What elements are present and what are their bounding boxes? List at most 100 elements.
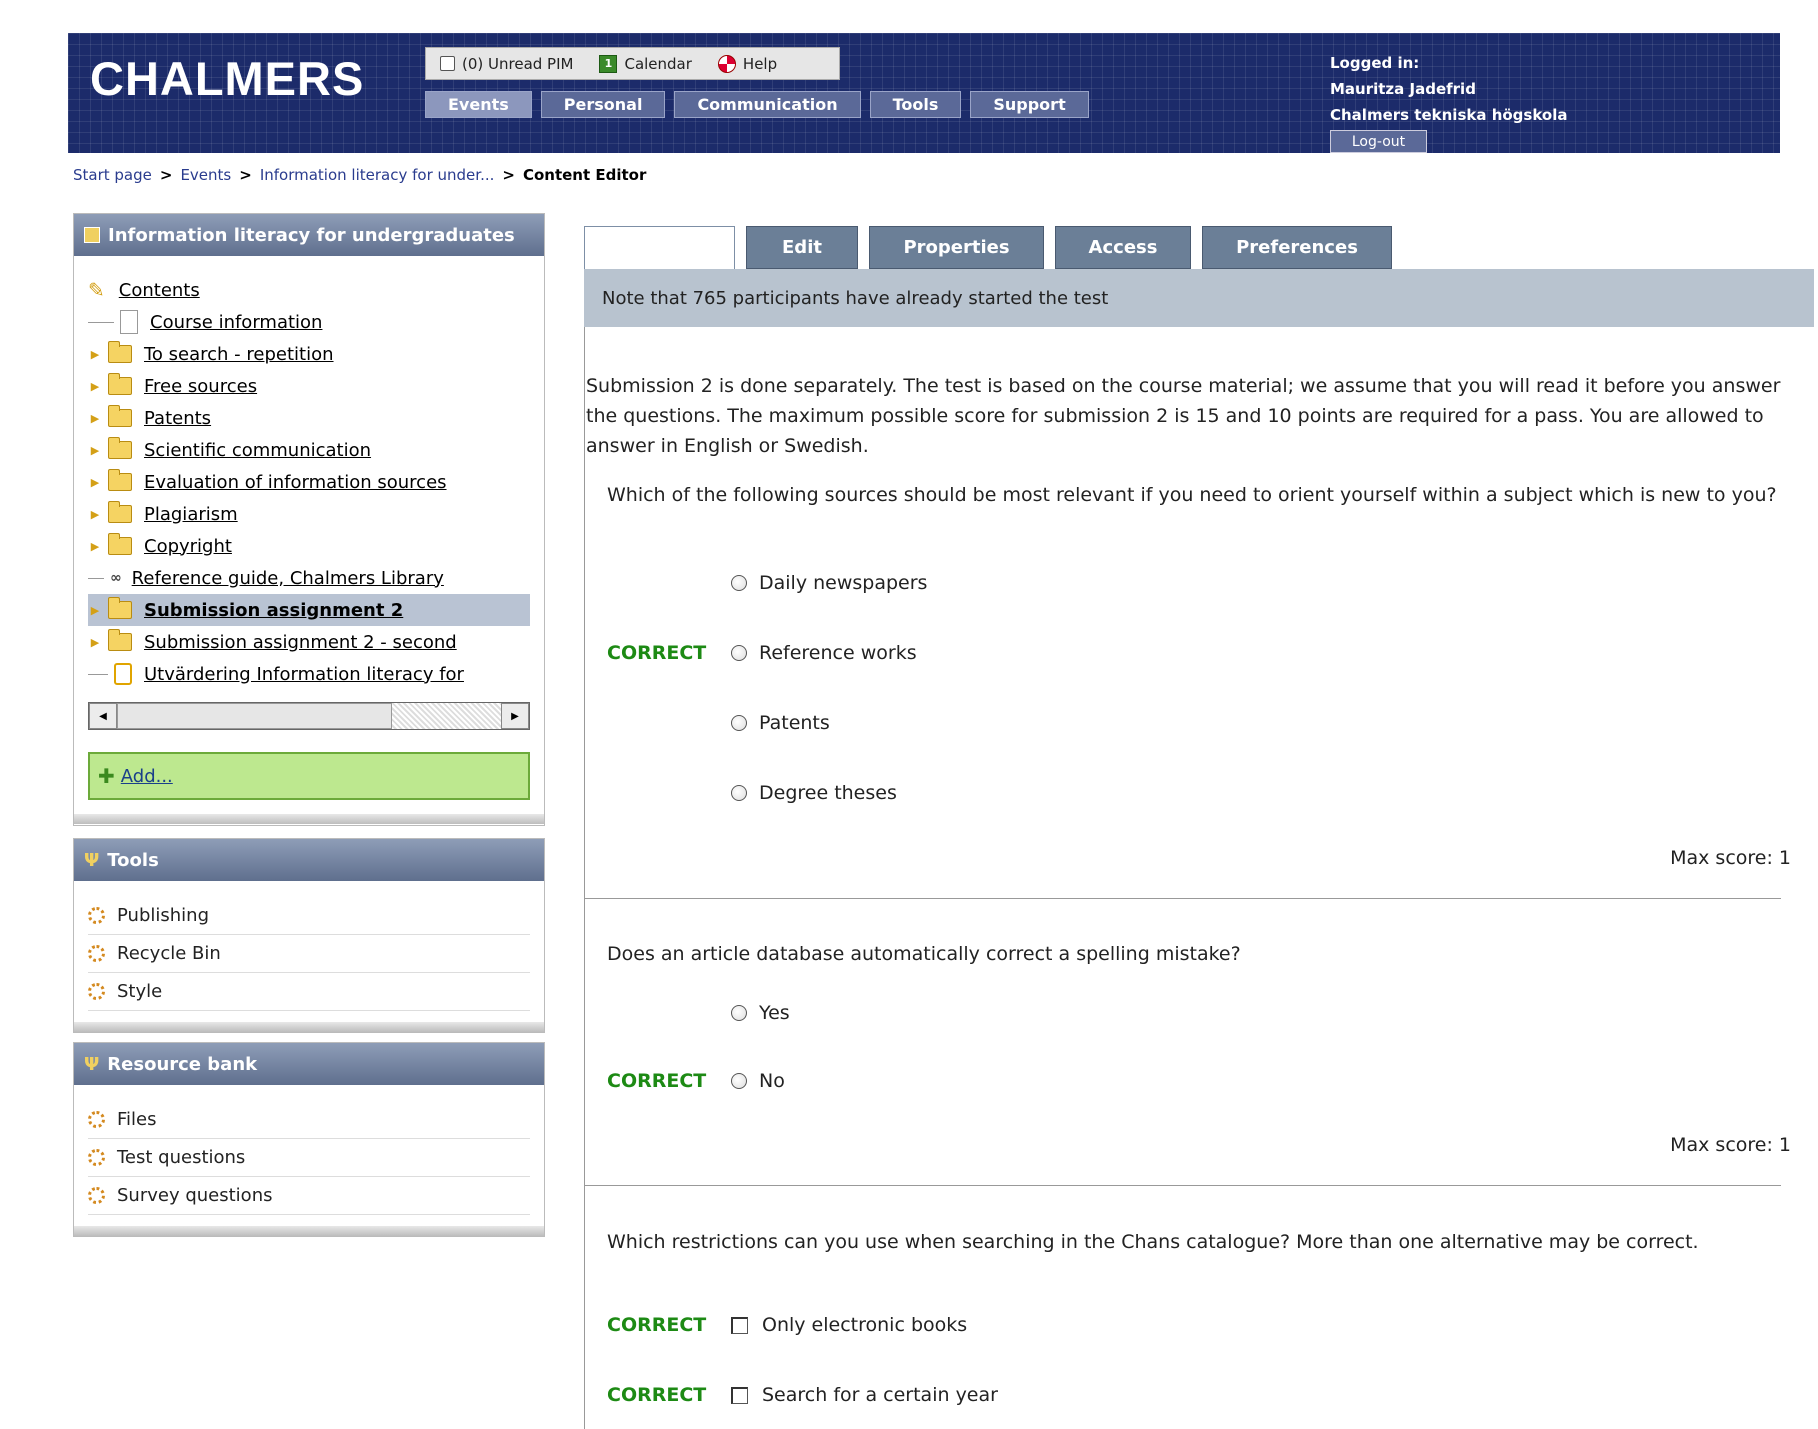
answer-option[interactable]: Only electronic books xyxy=(731,1314,967,1336)
help-link[interactable]: Help xyxy=(717,54,777,73)
tree-item[interactable]: ▶ Patents xyxy=(88,402,530,434)
tree-item[interactable]: ▶ To search - repetition xyxy=(88,338,530,370)
expand-arrow-icon[interactable]: ▶ xyxy=(88,476,102,489)
tree-item[interactable]: Utvärdering Information literacy for xyxy=(88,658,530,690)
answer-option[interactable]: No xyxy=(731,1070,785,1092)
breadcrumb-course[interactable]: Information literacy for under... xyxy=(260,166,495,184)
folder-icon xyxy=(108,405,132,427)
tab-current[interactable] xyxy=(584,226,735,269)
tree-label[interactable]: Evaluation of information sources xyxy=(144,472,447,493)
nav-tab-support[interactable]: Support xyxy=(970,91,1089,118)
tree-item[interactable]: ▶ Copyright xyxy=(88,530,530,562)
tree-horizontal-scrollbar[interactable]: ◀ ▶ xyxy=(88,702,530,730)
radio-button[interactable] xyxy=(731,1005,747,1021)
course-book-icon xyxy=(84,227,100,243)
tree-label[interactable]: Contents xyxy=(119,280,200,301)
editor-tabs: Edit Properties Access Preferences xyxy=(584,226,1403,269)
nav-tab-tools[interactable]: Tools xyxy=(869,91,962,118)
expand-arrow-icon[interactable]: ▶ xyxy=(88,444,102,457)
breadcrumb-events[interactable]: Events xyxy=(180,166,231,184)
resource-label: Files xyxy=(117,1109,157,1130)
radio-button[interactable] xyxy=(731,645,747,661)
chalmers-logo[interactable]: CHALMERS xyxy=(90,51,364,106)
option-label: No xyxy=(759,1070,785,1092)
tree-item[interactable]: ▶ Submission assignment 2 - second xyxy=(88,626,530,658)
tools-title: Tools xyxy=(107,849,159,871)
tree-label[interactable]: To search - repetition xyxy=(144,344,334,365)
radio-button[interactable] xyxy=(731,1073,747,1089)
tree-label[interactable]: Submission assignment 2 xyxy=(144,600,403,621)
expand-arrow-icon[interactable]: ▶ xyxy=(88,604,102,617)
tree-item[interactable]: ▶ Free sources xyxy=(88,370,530,402)
calendar-link[interactable]: 1 Calendar xyxy=(599,54,692,73)
answer-option[interactable]: Degree theses xyxy=(731,782,897,804)
nav-tab-personal[interactable]: Personal xyxy=(540,91,666,118)
checkbox[interactable] xyxy=(731,1386,748,1404)
resource-test-questions[interactable]: Test questions xyxy=(88,1139,530,1177)
tree-label[interactable]: Copyright xyxy=(144,536,232,557)
resource-survey-questions[interactable]: Survey questions xyxy=(88,1177,530,1215)
scroll-left-arrow-icon[interactable]: ◀ xyxy=(89,703,117,729)
tool-label: Style xyxy=(117,981,163,1002)
login-label: Logged in: xyxy=(1330,54,1420,72)
radio-button[interactable] xyxy=(731,785,747,801)
tree-label[interactable]: Free sources xyxy=(144,376,257,397)
gear-icon xyxy=(88,1187,105,1204)
tree-label[interactable]: Submission assignment 2 - second xyxy=(144,632,457,653)
tree-label[interactable]: Course information xyxy=(150,312,322,333)
tab-preferences[interactable]: Preferences xyxy=(1202,226,1392,269)
tab-access[interactable]: Access xyxy=(1055,226,1191,269)
nav-tab-events[interactable]: Events xyxy=(425,91,532,118)
nav-tab-communication[interactable]: Communication xyxy=(674,91,861,118)
question-text: Which restrictions can you use when sear… xyxy=(607,1231,1699,1253)
tree-item[interactable]: ▶ Scientific communication xyxy=(88,434,530,466)
logout-button[interactable]: Log-out xyxy=(1330,130,1427,153)
tree-item[interactable]: ∞ Reference guide, Chalmers Library xyxy=(88,562,530,594)
scroll-track[interactable] xyxy=(392,703,501,729)
tool-recycle-bin[interactable]: Recycle Bin xyxy=(88,935,530,973)
tree-label[interactable]: Utvärdering Information literacy for xyxy=(144,664,464,685)
tree-label[interactable]: Plagiarism xyxy=(144,504,238,525)
tree-item-selected[interactable]: ▶ Submission assignment 2 xyxy=(88,594,530,626)
tree-item[interactable]: Course information xyxy=(88,306,530,338)
folder-icon xyxy=(108,437,132,459)
radio-button[interactable] xyxy=(731,715,747,731)
scroll-thumb[interactable] xyxy=(117,703,392,729)
answer-option[interactable]: Search for a certain year xyxy=(731,1384,998,1406)
expand-arrow-icon[interactable]: ▶ xyxy=(88,636,102,649)
tool-publishing[interactable]: Publishing xyxy=(88,897,530,935)
radio-button[interactable] xyxy=(731,575,747,591)
tree-label[interactable]: Patents xyxy=(144,408,211,429)
expand-arrow-icon[interactable]: ▶ xyxy=(88,412,102,425)
add-content-box[interactable]: ✚ Add... xyxy=(88,752,530,800)
tab-properties[interactable]: Properties xyxy=(869,226,1044,269)
tool-style[interactable]: Style xyxy=(88,973,530,1011)
question-text: Which of the following sources should be… xyxy=(607,484,1777,506)
expand-arrow-icon[interactable]: ▶ xyxy=(88,348,102,361)
answer-option[interactable]: Patents xyxy=(731,712,830,734)
breadcrumb-start-page[interactable]: Start page xyxy=(73,166,152,184)
tools-panel-header: Ψ Tools xyxy=(74,839,544,881)
tree-item-contents[interactable]: ✎ Contents xyxy=(88,274,530,306)
tree-label[interactable]: Reference guide, Chalmers Library xyxy=(132,568,444,589)
unread-pim-link[interactable]: (0) Unread PIM xyxy=(440,55,573,73)
expand-arrow-icon[interactable]: ▶ xyxy=(88,508,102,521)
resource-files[interactable]: Files xyxy=(88,1101,530,1139)
checkbox[interactable] xyxy=(731,1316,748,1334)
expand-arrow-icon[interactable]: ▶ xyxy=(88,380,102,393)
tree-label[interactable]: Scientific communication xyxy=(144,440,371,461)
add-link[interactable]: Add... xyxy=(121,766,173,787)
expand-arrow-icon[interactable]: ▶ xyxy=(88,540,102,553)
answer-option[interactable]: Reference works xyxy=(731,642,917,664)
question-text: Does an article database automatically c… xyxy=(607,943,1241,965)
tree-item[interactable]: ▶ Plagiarism xyxy=(88,498,530,530)
question-divider xyxy=(585,1185,1781,1186)
answer-option[interactable]: Yes xyxy=(731,1002,790,1024)
test-content: Submission 2 is done separately. The tes… xyxy=(584,327,1818,1429)
gear-icon xyxy=(88,907,105,924)
tree-item[interactable]: ▶ Evaluation of information sources xyxy=(88,466,530,498)
tab-edit[interactable]: Edit xyxy=(746,226,858,269)
option-label: Patents xyxy=(759,712,830,734)
answer-option[interactable]: Daily newspapers xyxy=(731,572,927,594)
scroll-right-arrow-icon[interactable]: ▶ xyxy=(501,703,529,729)
